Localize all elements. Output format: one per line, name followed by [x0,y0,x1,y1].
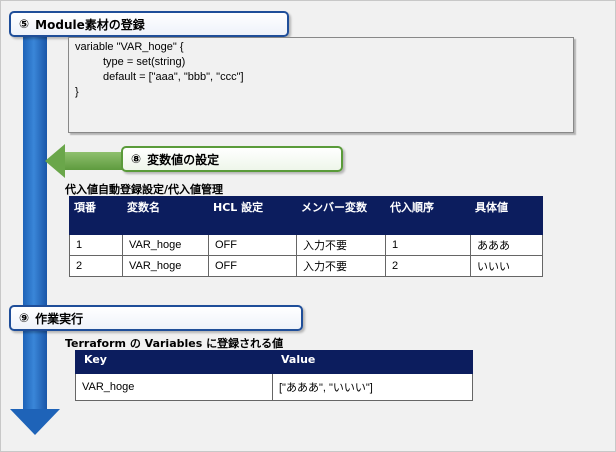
column-header: 項番 [69,196,123,235]
vars-table: 項番 変数名 HCL 設定 メンバー変数 代入順序 具体値 1 VAR_hoge… [69,196,543,277]
vars-table-title: 代入値自動登録設定/代入値管理 [65,183,224,196]
step-execute: ⑨ 作業実行 [9,305,303,331]
column-header: Key [75,350,273,374]
code-line: default = ["aaa", "bbb", "ccc"] [103,71,244,83]
diagram-canvas: ⑤ Module素材の登録 variable "VAR_hoge" { type… [0,0,616,452]
tf-table-title: Terraform の Variables に登録される値 [65,337,284,350]
table-cell: OFF [208,234,297,256]
table-cell: 2 [385,255,471,277]
tf-variables-table: Key Value VAR_hoge ["あああ", "いいい"] [75,350,473,401]
step-number: ⑨ [19,311,30,325]
step-number: ⑤ [19,17,30,31]
table-cell: 入力不要 [296,234,386,256]
column-header: HCL 設定 [208,196,297,235]
column-header: メンバー変数 [296,196,386,235]
table-cell: VAR_hoge [75,373,273,401]
table-cell: 2 [69,255,123,277]
column-header: 代入順序 [385,196,471,235]
table-cell: OFF [208,255,297,277]
table-header-row: 項番 変数名 HCL 設定 メンバー変数 代入順序 具体値 [69,196,543,235]
table-cell: 1 [385,234,471,256]
table-cell: ["あああ", "いいい"] [272,373,473,401]
table-row: 1 VAR_hoge OFF 入力不要 1 あああ [69,234,543,256]
step-label: Module素材の登録 [35,17,145,32]
table-header-row: Key Value [75,350,473,374]
code-line: variable "VAR_hoge" { [75,41,184,53]
table-cell: VAR_hoge [122,234,209,256]
flow-arrow-shaft [23,27,47,411]
step-label: 作業実行 [35,311,84,326]
table-row: 2 VAR_hoge OFF 入力不要 2 いいい [69,255,543,277]
table-cell: 1 [69,234,123,256]
table-cell: VAR_hoge [122,255,209,277]
code-line: type = set(string) [103,56,186,68]
table-row: VAR_hoge ["あああ", "いいい"] [75,373,473,401]
table-cell: あああ [470,234,543,256]
flow-arrow-head [10,409,60,435]
green-arrow-body [63,152,125,170]
step-variable-setting: ⑧ 変数値の設定 [121,146,343,172]
column-header: 変数名 [122,196,209,235]
terraform-code-block: variable "VAR_hoge" { type = set(string)… [68,37,574,133]
column-header: Value [272,350,473,374]
table-cell: 入力不要 [296,255,386,277]
table-cell: いいい [470,255,543,277]
step-label: 変数値の設定 [147,152,220,167]
green-arrow-left-icon [45,144,65,178]
column-header: 具体値 [470,196,543,235]
code-line: } [75,86,79,98]
step-number: ⑧ [131,152,142,166]
step-module-register: ⑤ Module素材の登録 [9,11,289,37]
